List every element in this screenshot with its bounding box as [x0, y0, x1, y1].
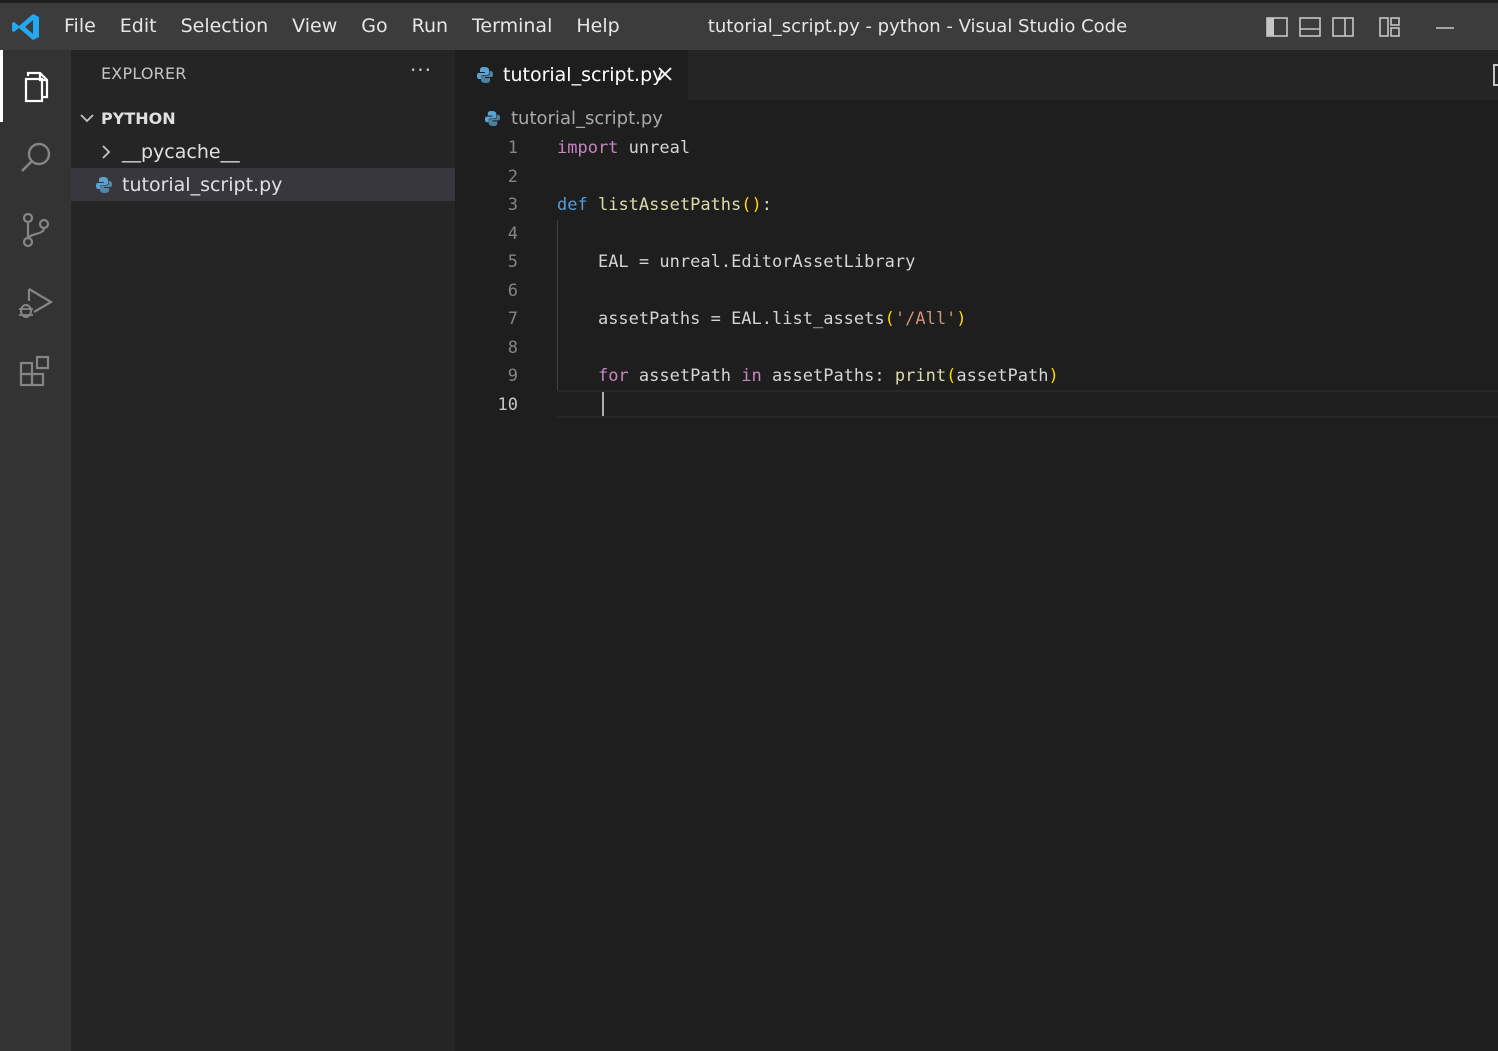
close-icon[interactable] — [654, 63, 676, 85]
code-line[interactable]: 1 import unreal — [455, 134, 1498, 162]
chevron-down-icon — [71, 102, 101, 134]
menu-help[interactable]: Help — [564, 3, 631, 50]
tab-label: tutorial_script.py — [503, 64, 664, 86]
editor-actions-edge — [1493, 64, 1498, 86]
line-number: 7 — [507, 309, 518, 329]
explorer-sidebar: EXPLORER ··· PYTHON __pycache__ tutorial… — [71, 50, 455, 1051]
folder-label: PYTHON — [101, 108, 176, 128]
tree-item-tutorial-script[interactable]: tutorial_script.py — [71, 168, 455, 201]
explorer-icon — [24, 71, 49, 103]
explorer-header: EXPLORER — [101, 64, 187, 83]
line-number: 9 — [507, 366, 518, 386]
code-line[interactable]: 2 — [455, 163, 1498, 191]
activity-run-debug[interactable] — [0, 266, 71, 338]
line-number: 3 — [507, 195, 518, 215]
line-text: assetPaths = EAL.list_assets('/All') — [597, 309, 967, 329]
code-line[interactable]: 7 assetPaths = EAL.list_assets('/All') — [455, 305, 1498, 333]
line-text: import unreal — [557, 138, 691, 158]
menu-run[interactable]: Run — [400, 3, 460, 50]
chevron-right-icon — [99, 135, 117, 168]
activity-search[interactable] — [0, 122, 71, 194]
breadcrumb-file[interactable]: tutorial_script.py — [511, 108, 663, 129]
tab-tutorial-script[interactable]: tutorial_script.py — [455, 50, 688, 100]
menu-edit[interactable]: Edit — [108, 3, 169, 50]
search-icon — [20, 142, 50, 172]
source-control-icon — [22, 212, 49, 248]
activity-bar — [0, 50, 71, 1051]
menu-view[interactable]: View — [280, 3, 349, 50]
tab-bar: tutorial_script.py — [455, 50, 1498, 100]
line-number: 8 — [507, 337, 518, 358]
tree-item-label: __pycache__ — [122, 140, 240, 163]
toggle-primary-sidebar-icon[interactable] — [1264, 15, 1290, 39]
line-number: 5 — [507, 252, 518, 272]
code-line[interactable]: 9 for assetPath in assetPaths: print(ass… — [455, 362, 1498, 390]
line-number: 4 — [507, 223, 518, 244]
line-number: 6 — [507, 280, 518, 301]
menu-file[interactable]: File — [52, 3, 108, 50]
python-file-icon — [477, 67, 493, 83]
menu-bar: File Edit Selection View Go Run Terminal… — [52, 3, 632, 50]
menu-terminal[interactable]: Terminal — [460, 3, 564, 50]
title-bar: File Edit Selection View Go Run Terminal… — [0, 0, 1498, 50]
toggle-secondary-sidebar-icon[interactable] — [1330, 15, 1356, 39]
window-title: tutorial_script.py - python - Visual Stu… — [707, 16, 1128, 37]
line-text: for assetPath in assetPaths: print(asset… — [597, 366, 1059, 386]
python-file-icon — [484, 110, 501, 126]
minimize-window-icon[interactable] — [1432, 15, 1458, 39]
code-line[interactable]: 3 def listAssetPaths(): — [455, 191, 1498, 219]
code-line[interactable]: 5 EAL = unreal.EditorAssetLibrary — [455, 248, 1498, 276]
extensions-icon — [19, 355, 49, 387]
activity-explorer[interactable] — [0, 50, 71, 122]
python-file-icon — [96, 176, 112, 193]
code-line[interactable]: 8 — [455, 334, 1498, 362]
code-line[interactable]: 4 — [455, 220, 1498, 248]
line-text: EAL = unreal.EditorAssetLibrary — [597, 252, 916, 272]
tree-item-pycache[interactable]: __pycache__ — [71, 135, 455, 168]
line-number: 10 — [497, 394, 518, 415]
code-line[interactable]: 10 — [455, 391, 1498, 419]
menu-selection[interactable]: Selection — [169, 3, 281, 50]
folder-python[interactable]: PYTHON — [71, 102, 455, 134]
toggle-panel-icon[interactable] — [1297, 15, 1323, 39]
tree-item-label: tutorial_script.py — [122, 173, 283, 196]
line-number: 1 — [507, 138, 518, 158]
run-debug-icon — [18, 288, 53, 318]
editor-area: tutorial_script.py tutorial_script.py 1 i… — [455, 50, 1498, 1051]
activity-source-control[interactable] — [0, 194, 71, 266]
breadcrumb[interactable]: tutorial_script.py — [484, 106, 663, 130]
menu-go[interactable]: Go — [349, 3, 399, 50]
code-line[interactable]: 6 — [455, 277, 1498, 305]
vscode-logo-icon[interactable] — [11, 12, 41, 42]
more-actions-button[interactable]: ··· — [408, 58, 434, 82]
activity-extensions[interactable] — [0, 338, 71, 410]
customize-layout-icon[interactable] — [1377, 15, 1403, 39]
line-text: def listAssetPaths(): — [557, 195, 773, 215]
line-number: 2 — [507, 166, 518, 187]
